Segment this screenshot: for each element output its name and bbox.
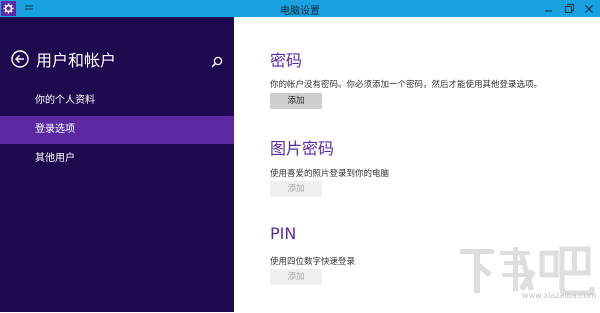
title-bar: 电脑设置 <box>0 0 600 17</box>
window-title: 电脑设置 <box>280 6 320 17</box>
close-button[interactable] <box>584 3 594 15</box>
search-icon[interactable] <box>211 53 223 68</box>
watermark-url: www.xiazaiba.com <box>522 291 597 300</box>
pin-section-title: PIN <box>270 224 297 243</box>
sidebar-title: 用户和帐户 <box>36 51 117 70</box>
restore-button[interactable] <box>564 3 574 15</box>
pin-description: 使用四位数字快速登录 <box>270 257 356 267</box>
window-controls <box>544 1 594 16</box>
picture-password-section-title: 图片密码 <box>270 139 335 158</box>
picture-password-description: 使用喜爱的照片登录到你的电脑 <box>270 169 390 179</box>
sidebar-item-label: 你的个人资料 <box>35 95 95 106</box>
add-password-button[interactable]: 添加 <box>270 93 322 109</box>
sidebar-item-label: 其他用户 <box>35 153 75 164</box>
password-section-title: 密码 <box>270 51 303 70</box>
sidebar-item-sign-in-options[interactable]: 登录选项 <box>0 116 234 144</box>
minimize-button[interactable] <box>544 3 554 15</box>
sidebar-item-other-users[interactable]: 其他用户 <box>0 145 234 173</box>
add-picture-password-button[interactable]: 添加 <box>270 181 322 197</box>
password-description: 你的帐户没有密码。你必须添加一个密码，然后才能使用其他登录选项。 <box>270 80 543 90</box>
sidebar-item-profile[interactable]: 你的个人资料 <box>0 87 234 115</box>
add-pin-button[interactable]: 添加 <box>270 269 322 285</box>
back-arrow-icon[interactable] <box>11 50 29 68</box>
sidebar-item-label: 登录选项 <box>35 124 75 135</box>
sidebar: 用户和帐户 你的个人资料 登录选项 其他用户 <box>0 17 234 312</box>
